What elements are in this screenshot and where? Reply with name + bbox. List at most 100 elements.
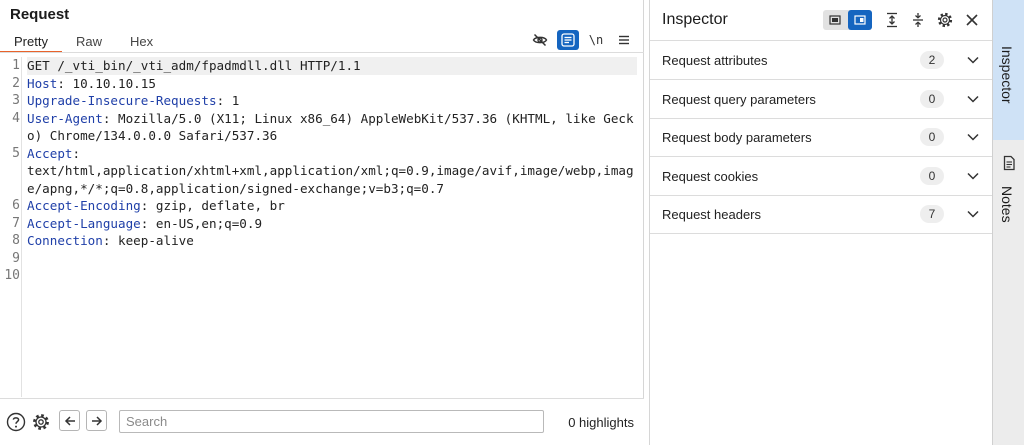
request-panel: Request Pretty Raw Hex \n 1 2 3 4 5 6 7 …: [0, 0, 644, 445]
chevron-down-icon[interactable]: [966, 207, 980, 221]
help-icon[interactable]: [5, 411, 27, 433]
gear-icon[interactable]: [935, 10, 955, 30]
section-label: Request headers: [662, 207, 762, 222]
line-number: 10: [4, 268, 20, 283]
inspector-panel: Inspector Request attributes 2 Request q…: [649, 0, 993, 445]
header-value: gzip, deflate, br: [155, 198, 285, 213]
header-sep: :: [72, 145, 81, 161]
header-name: Upgrade-Insecure-Requests: [27, 93, 217, 108]
layout-toggle: [823, 10, 872, 30]
header-sep: :: [140, 215, 156, 231]
request-editor[interactable]: 1 2 3 4 5 6 7 8 9 10 GET /_vti_bin/_vti_…: [0, 57, 644, 397]
section-label: Request query parameters: [662, 92, 816, 107]
section-count-badge: 2: [920, 51, 944, 69]
header-line: Accept-Language: en-US,en;q=0.9: [27, 215, 637, 233]
header-line: Accept: text/html,application/xhtml+xml,a…: [27, 145, 637, 198]
line-number: 4: [12, 110, 20, 126]
side-tab-inspector[interactable]: Inspector: [993, 0, 1024, 140]
header-name: Accept: [27, 145, 73, 161]
header-line: Connection: keep-alive: [27, 232, 637, 250]
section-request-headers[interactable]: Request headers 7: [650, 195, 993, 234]
tab-pretty[interactable]: Pretty: [0, 31, 62, 53]
header-name: Accept-Encoding: [27, 198, 141, 213]
request-line-text: GET /_vti_bin/_vti_adm/fpadmdll.dll HTTP…: [27, 58, 361, 73]
highlights-count: 0 highlights: [568, 415, 634, 430]
section-label: Request attributes: [662, 53, 768, 68]
header-name: Connection: [27, 233, 103, 248]
line-gutter: 1 2 3 4 5 6 7 8 9 10: [0, 57, 22, 397]
section-count-badge: 0: [920, 167, 944, 185]
header-sep: :: [140, 198, 156, 213]
header-line: Accept-Encoding: gzip, deflate, br: [27, 197, 637, 215]
section-count-badge: 0: [920, 128, 944, 146]
layout-side-button[interactable]: [847, 10, 872, 30]
side-tab-notes[interactable]: Notes: [993, 140, 1024, 235]
request-view-tabs: Pretty Raw Hex: [0, 31, 167, 53]
section-request-body-parameters[interactable]: Request body parameters 0: [650, 118, 993, 157]
header-value: en-US,en;q=0.9: [155, 215, 263, 231]
header-line: User-Agent: Mozilla/5.0 (X11; Linux x86_…: [27, 110, 637, 145]
header-line: Upgrade-Insecure-Requests: 1: [27, 92, 637, 110]
section-label: Request body parameters: [662, 130, 812, 145]
header-value: 10.10.10.15: [72, 75, 156, 91]
line-number: 2: [12, 75, 20, 91]
side-tab-label: Notes: [999, 186, 1015, 223]
section-request-cookies[interactable]: Request cookies 0: [650, 157, 993, 196]
search-bar: 0 highlights: [0, 398, 644, 445]
request-code[interactable]: GET /_vti_bin/_vti_adm/fpadmdll.dll HTTP…: [27, 57, 637, 250]
chevron-down-icon[interactable]: [966, 169, 980, 183]
editor-toolbar: \n: [529, 30, 635, 50]
wrap-icon[interactable]: [557, 30, 579, 50]
eye-slash-icon[interactable]: [529, 30, 551, 50]
header-name: User-Agent: [27, 110, 103, 126]
section-label: Request cookies: [662, 169, 759, 184]
request-line: GET /_vti_bin/_vti_adm/fpadmdll.dll HTTP…: [27, 57, 637, 75]
tab-raw[interactable]: Raw: [62, 31, 116, 53]
tab-hex[interactable]: Hex: [116, 31, 167, 53]
layout-stacked-icon: [829, 15, 841, 25]
header-value: Mozilla/5.0 (X11; Linux x86_64) AppleWeb…: [27, 110, 634, 144]
header-sep: :: [102, 233, 118, 248]
line-number: 3: [12, 93, 20, 108]
header-line: Host: 10.10.10.15: [27, 75, 637, 93]
layout-side-icon: [854, 15, 866, 25]
header-name: Host: [27, 75, 58, 91]
newline-icon[interactable]: \n: [585, 30, 607, 50]
header-sep: :: [102, 110, 118, 126]
section-request-query-parameters[interactable]: Request query parameters 0: [650, 80, 993, 119]
inspector-title: Inspector: [662, 11, 728, 28]
gear-icon[interactable]: [30, 411, 52, 433]
arrow-left-icon: [64, 415, 75, 426]
close-icon[interactable]: [962, 10, 982, 30]
arrow-right-icon: [91, 415, 102, 426]
line-number: 7: [12, 215, 20, 231]
collapse-all-icon[interactable]: [908, 10, 928, 30]
newline-label: \n: [588, 33, 604, 47]
header-value: 1: [231, 93, 240, 108]
document-icon: [1003, 155, 1015, 171]
menu-icon[interactable]: [613, 30, 635, 50]
expand-all-icon[interactable]: [882, 10, 902, 30]
header-sep: :: [57, 75, 73, 91]
header-name: Accept-Language: [27, 215, 141, 231]
line-number: 9: [12, 250, 20, 266]
chevron-down-icon[interactable]: [966, 92, 980, 106]
section-count-badge: 0: [920, 90, 944, 108]
layout-stacked-button[interactable]: [823, 10, 848, 30]
request-title: Request: [10, 6, 70, 23]
chevron-down-icon[interactable]: [966, 53, 980, 67]
next-match-button[interactable]: [86, 410, 107, 431]
line-number: 5: [12, 145, 20, 161]
section-request-attributes[interactable]: Request attributes 2: [650, 41, 993, 80]
section-count-badge: 7: [920, 205, 944, 223]
side-tab-label: Inspector: [999, 46, 1015, 104]
line-number: 6: [12, 198, 20, 213]
header-value: text/html,application/xhtml+xml,applicat…: [27, 163, 634, 196]
line-number: 1: [12, 58, 20, 73]
tab-divider: [0, 52, 644, 53]
header-sep: :: [216, 93, 232, 108]
header-value: keep-alive: [118, 233, 194, 248]
search-input[interactable]: [119, 410, 544, 433]
chevron-down-icon[interactable]: [966, 130, 980, 144]
previous-match-button[interactable]: [59, 410, 80, 431]
